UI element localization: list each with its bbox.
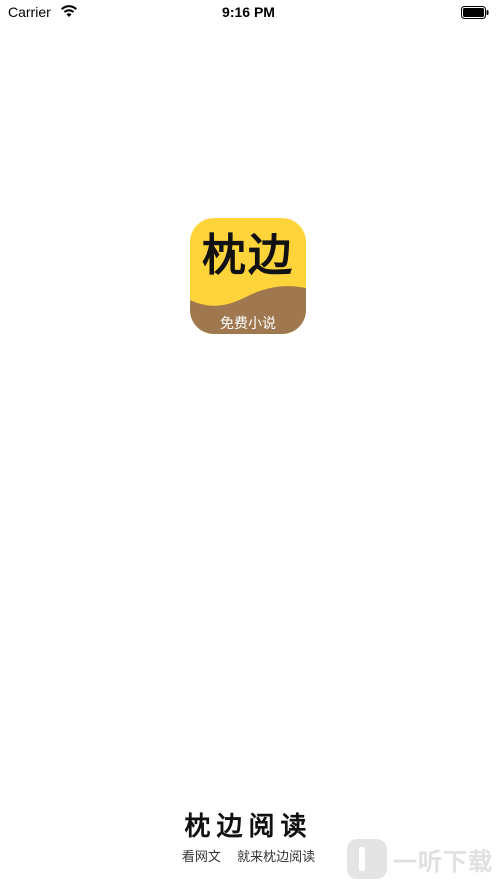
brand-name: 枕边阅读 bbox=[184, 812, 313, 842]
battery-icon bbox=[461, 6, 489, 19]
splash-screen: Carrier 9:16 PM 枕边 免费小说 枕边阅读 看网文 就来枕边阅读 … bbox=[0, 0, 497, 883]
watermark-text: 一听下载 bbox=[393, 847, 493, 876]
watermark: 一听下载 bbox=[347, 839, 493, 879]
app-logo-subtitle: 免费小说 bbox=[220, 316, 276, 332]
app-logo: 枕边 免费小说 bbox=[190, 218, 306, 334]
app-logo-title: 枕边 bbox=[202, 230, 294, 281]
slogan-right: 就来枕边阅读 bbox=[237, 850, 316, 865]
slogan-left: 看网文 bbox=[181, 850, 221, 865]
status-bar: Carrier 9:16 PM bbox=[0, 0, 497, 28]
status-time: 9:16 PM bbox=[222, 4, 275, 20]
watermark-logo-icon bbox=[347, 839, 387, 879]
